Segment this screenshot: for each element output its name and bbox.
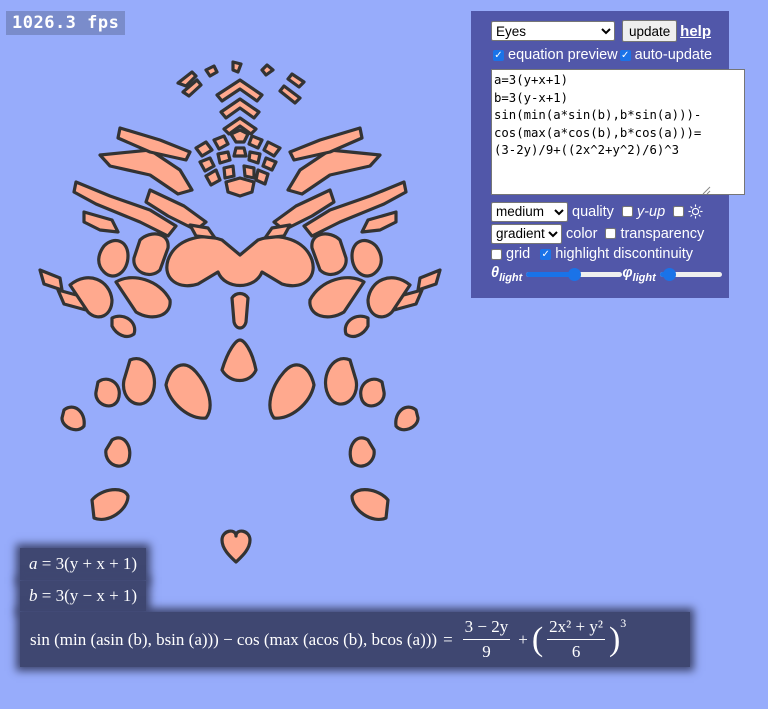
resize-grip-icon[interactable]: [702, 186, 711, 195]
equation-preview-line-1: a = 3(y + x + 1): [20, 548, 147, 580]
transparency-label: transparency: [620, 225, 705, 242]
phi-light-slider-thumb[interactable]: [662, 268, 676, 281]
fraction-1: 3 − 2y 9: [462, 617, 511, 661]
theta-light-slider[interactable]: [526, 268, 623, 281]
highlight-discontinuity-label: highlight discontinuity: [555, 246, 694, 262]
quality-label: quality: [572, 203, 614, 220]
sun-icon: [688, 204, 703, 219]
rendered-surface: [38, 60, 442, 564]
render-canvas[interactable]: [0, 0, 470, 580]
equation-preview-line-3: sin (min (asin (b), bsin (a))) − cos (ma…: [20, 612, 690, 667]
control-panel: Eyes update help ✓ equation preview ✓ au…: [471, 11, 745, 298]
equation-lhs: sin (min (asin (b), bsin (a))) − cos (ma…: [30, 629, 438, 649]
fraction-2: 2x² + y² 6: [547, 617, 605, 661]
sun-toggle-checkbox[interactable]: [673, 206, 685, 217]
y-up-label: y-up: [636, 203, 666, 220]
equation-preview-label: equation preview: [508, 47, 618, 63]
color-select[interactable]: gradient: [491, 223, 562, 244]
auto-update-label: auto-update: [634, 47, 713, 63]
transparency-checkbox[interactable]: [605, 228, 617, 239]
highlight-discontinuity-checkbox[interactable]: ✓: [540, 248, 552, 260]
equation-preview-checkbox[interactable]: ✓: [493, 49, 504, 61]
theta-light-slider-thumb[interactable]: [568, 268, 582, 281]
color-label: color: [566, 225, 598, 242]
equation-input[interactable]: a=3(y+x+1) b=3(y-x+1) sin(min(a*sin(b),b…: [491, 69, 745, 195]
grid-checkbox[interactable]: [491, 248, 502, 260]
theta-light-label: θlight: [491, 264, 523, 284]
help-link[interactable]: help: [680, 23, 711, 40]
preset-select[interactable]: Eyes: [491, 21, 615, 41]
quality-select[interactable]: medium: [491, 201, 568, 222]
y-up-checkbox[interactable]: [621, 206, 633, 217]
equation-preview-line-2: b = 3(y − x + 1): [20, 581, 147, 611]
phi-light-slider[interactable]: [659, 268, 722, 281]
update-button[interactable]: update: [622, 20, 678, 42]
grid-label: grid: [506, 246, 531, 262]
phi-light-label: φlight: [622, 264, 656, 284]
auto-update-checkbox[interactable]: ✓: [619, 49, 631, 61]
